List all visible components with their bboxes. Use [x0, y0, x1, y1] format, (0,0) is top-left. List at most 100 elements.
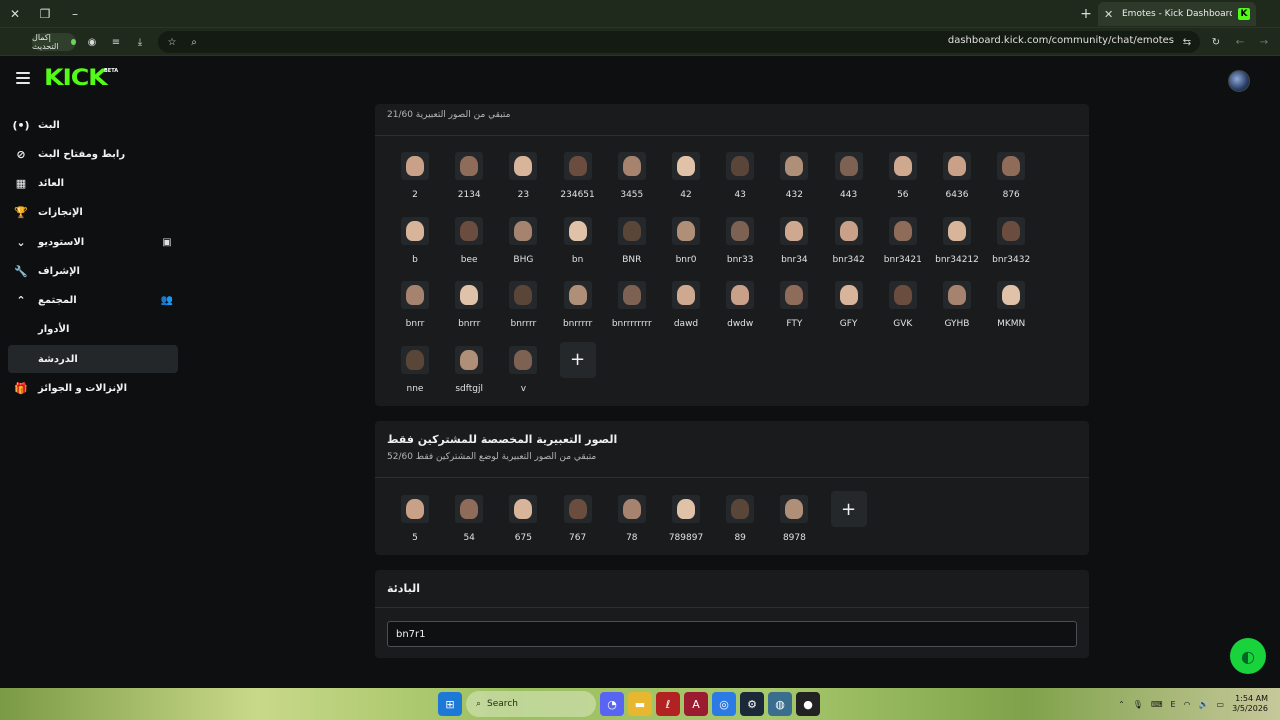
emote-item[interactable]: bnr33 [712, 216, 766, 273]
update-button[interactable]: إكمال التحديث [32, 33, 76, 51]
site-settings-icon[interactable]: ⇆ [1180, 35, 1194, 49]
emote-item[interactable]: 876 [983, 152, 1037, 208]
folder-icon[interactable]: ▬ [628, 692, 652, 716]
download-icon[interactable]: ⤓ [132, 34, 148, 50]
taskbar-search[interactable]: ⌕ Search [466, 691, 596, 717]
emote-item[interactable]: 2134 [441, 152, 495, 208]
kick-logo[interactable]: KICK [44, 66, 108, 91]
emote-item[interactable]: dwdw [712, 281, 766, 337]
address-bar[interactable]: ☆ ⌕ dashboard.kick.com/community/chat/em… [158, 31, 1200, 53]
emote-item[interactable]: b [387, 216, 441, 273]
restore-window-icon[interactable]: ❐ [34, 4, 56, 24]
menu-icon[interactable] [16, 72, 30, 84]
emote-item[interactable]: bnr3421 [875, 216, 929, 273]
steam-icon[interactable]: ⚙ [740, 692, 764, 716]
user-avatar[interactable] [1228, 70, 1250, 92]
emote-item[interactable]: bnrr [387, 281, 441, 337]
keyboard-icon[interactable]: ⌨ [1151, 700, 1163, 709]
emote-item[interactable]: 234651 [550, 152, 604, 208]
sidebar-item-drops[interactable]: 🎁 الإنزالات و الجوائز [8, 374, 178, 402]
browser-icon[interactable]: ◍ [768, 692, 792, 716]
emote-item[interactable]: 89 [712, 495, 766, 551]
bookmark-star-icon[interactable]: ☆ [164, 34, 180, 50]
start-icon[interactable]: ⊞ [438, 692, 462, 716]
emote-item[interactable]: bnrrrrrrrr [604, 281, 658, 337]
language-indicator[interactable]: E [1170, 700, 1175, 709]
new-tab-icon[interactable]: + [1078, 4, 1094, 24]
emote-item[interactable]: bnrrr [441, 281, 495, 337]
sidebar-item-studio[interactable]: ⌄ الاستوديو ▣ [8, 228, 178, 256]
emote-item[interactable]: nne [387, 345, 441, 402]
emote-item[interactable]: 2 [387, 152, 441, 208]
emote-item[interactable]: BHG [495, 216, 549, 273]
emote-item[interactable]: 5 [387, 495, 441, 551]
emote-item[interactable]: bnr34212 [929, 216, 983, 273]
obs-icon[interactable]: ● [796, 692, 820, 716]
back-icon[interactable]: ← [1232, 34, 1248, 50]
browser-tab[interactable]: ✕ Emotes - Kick Dashboard K [1098, 2, 1256, 26]
emote-item[interactable]: 3455 [604, 152, 658, 208]
forward-icon[interactable]: → [1256, 34, 1272, 50]
emote-item[interactable]: dawd [658, 281, 712, 337]
add-emote-button[interactable]: + [559, 341, 596, 378]
playlist-icon[interactable]: ≡ [108, 34, 124, 50]
tab-close-icon[interactable]: ✕ [1104, 8, 1116, 21]
emote-item[interactable]: bn [550, 216, 604, 273]
sidebar-item-revenue[interactable]: ▦ العائد [8, 169, 178, 197]
emote-item[interactable]: 675 [495, 495, 549, 551]
emote-item[interactable]: bnr342 [821, 216, 875, 273]
app-red-icon[interactable]: ℓ [656, 692, 680, 716]
close-window-icon[interactable]: ✕ [4, 4, 26, 24]
wifi-icon[interactable]: ◠ [1184, 700, 1191, 709]
emote-item[interactable]: FTY [766, 281, 820, 337]
discord-icon[interactable]: ◔ [600, 692, 624, 716]
volume-icon[interactable]: 🔊 [1199, 700, 1209, 709]
sidebar-item-community[interactable]: ⌃ المجتمع 👥 [8, 286, 178, 314]
emote-item[interactable]: bnr34 [766, 216, 820, 273]
emote-item[interactable]: bnrrrrr [550, 281, 604, 337]
emote-item[interactable]: GVK [875, 281, 929, 337]
app-a-icon[interactable]: A [684, 692, 708, 716]
emote-item[interactable]: 6436 [929, 152, 983, 208]
sidebar-item-stream[interactable]: (•) البث [8, 111, 178, 139]
support-chat-button[interactable]: ◐ [1230, 638, 1266, 674]
clock[interactable]: 1:54 AM 3/5/2026 [1232, 694, 1268, 714]
emote-item[interactable]: bnr0 [658, 216, 712, 273]
emote-item[interactable]: 789897 [658, 495, 712, 551]
emote-item[interactable]: 56 [875, 152, 929, 208]
mic-icon[interactable]: 🎙 [1133, 700, 1143, 709]
emote-item[interactable]: 432 [766, 152, 820, 208]
emote-item[interactable]: GYHB [929, 281, 983, 337]
sidebar-item-achievements[interactable]: 🏆 الإنجازات [8, 198, 178, 226]
emote-item[interactable]: 54 [441, 495, 495, 551]
zoom-icon[interactable]: ⌕ [186, 34, 202, 50]
emote-item[interactable]: 43 [712, 152, 766, 208]
add-emote-button[interactable]: + [830, 491, 867, 527]
emote-item[interactable]: bee [441, 216, 495, 273]
emote-item[interactable]: BNR [604, 216, 658, 273]
minimize-window-icon[interactable]: – [64, 4, 86, 24]
emote-item[interactable]: 8978 [766, 495, 820, 551]
tray-expand-icon[interactable]: ⌃ [1118, 700, 1125, 709]
reload-icon[interactable]: ↻ [1208, 34, 1224, 50]
emote-item[interactable]: 443 [821, 152, 875, 208]
sidebar-item-chat[interactable]: الدردشة [8, 345, 178, 373]
emote-item[interactable]: bnrrrr [495, 281, 549, 337]
sidebar-item-moderation[interactable]: 🔧 الإشراف [8, 257, 178, 285]
battery-icon[interactable]: ▭ [1217, 700, 1225, 709]
url-text[interactable]: dashboard.kick.com/community/chat/emotes [948, 35, 1174, 46]
emote-item[interactable]: 23 [495, 152, 549, 208]
emote-item[interactable]: sdftgjl [441, 345, 495, 402]
emote-item[interactable]: 42 [658, 152, 712, 208]
emote-item[interactable]: v [495, 345, 549, 402]
account-icon[interactable]: ◉ [84, 34, 100, 50]
chrome-icon[interactable]: ◎ [712, 692, 736, 716]
emote-item[interactable]: GFY [821, 281, 875, 337]
sidebar-item-roles[interactable]: الأدوار [8, 315, 178, 343]
sidebar-item-stream-key[interactable]: ⊘ رابط ومفتاح البث [8, 140, 178, 168]
emote-item[interactable]: 78 [604, 495, 658, 551]
prefix-input[interactable] [387, 621, 1077, 647]
emote-item[interactable]: MKMN [983, 281, 1037, 337]
emote-item[interactable]: bnr3432 [983, 216, 1037, 273]
emote-item[interactable]: 767 [550, 495, 604, 551]
